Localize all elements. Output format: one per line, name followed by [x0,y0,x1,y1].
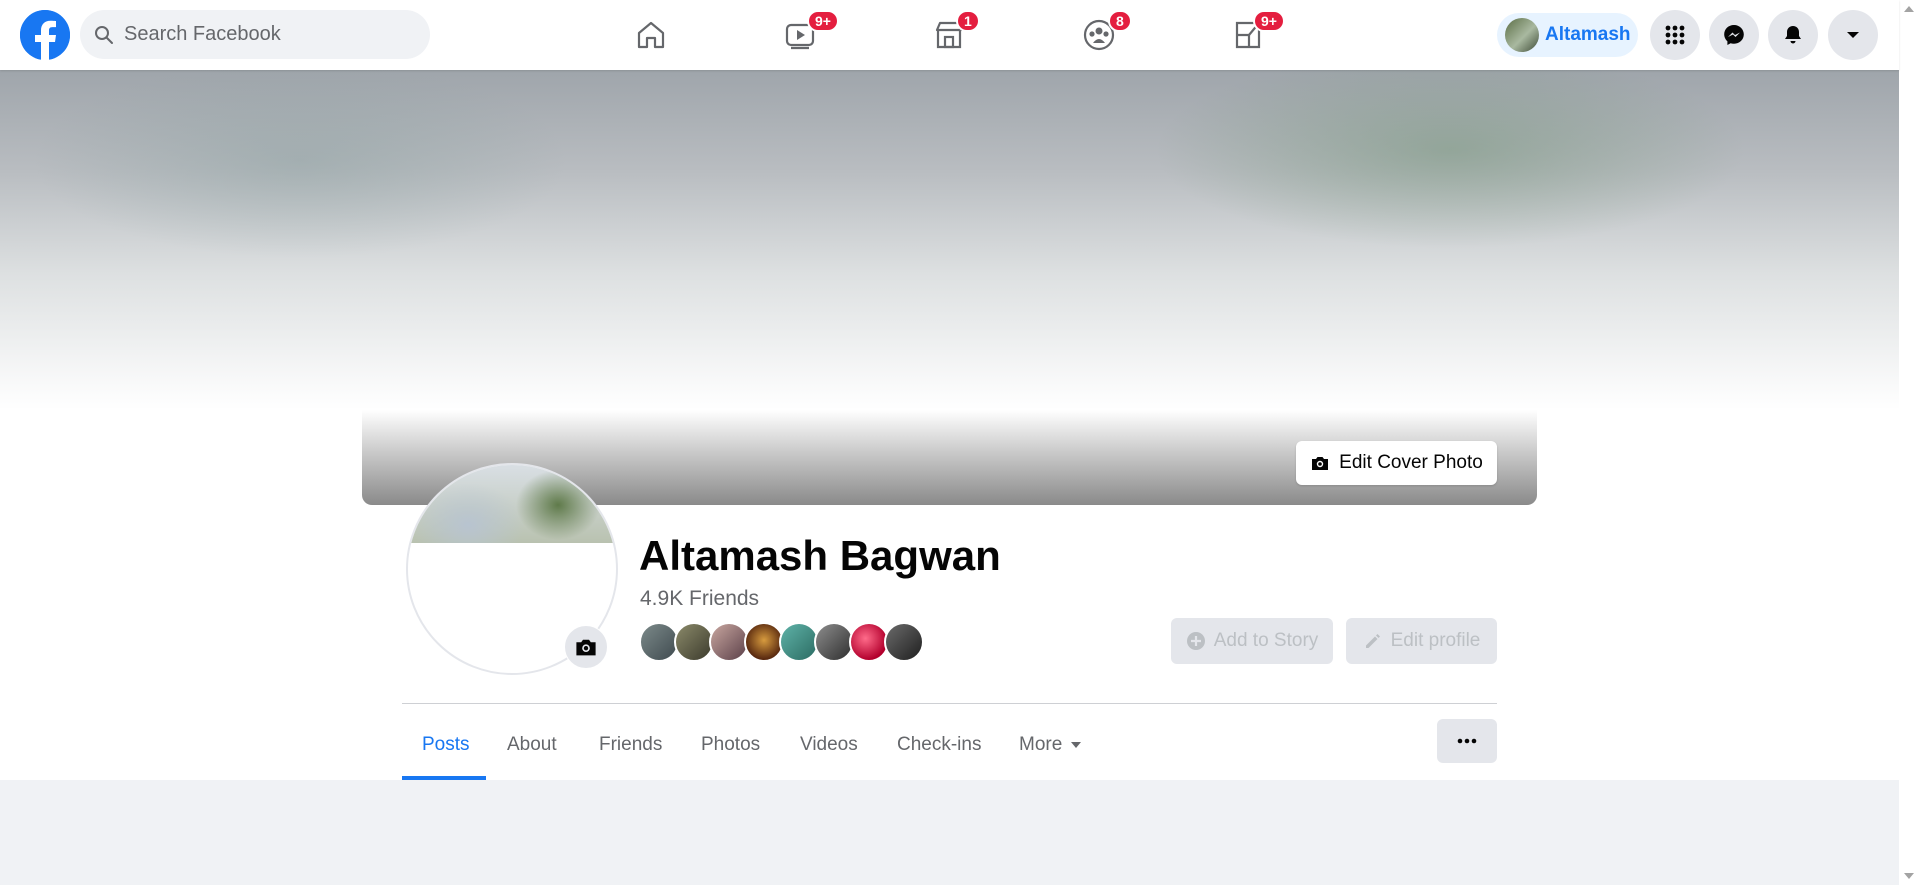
tab-check-ins[interactable]: Check-ins [877,710,1001,780]
friends-count-link[interactable]: 4.9K Friends [640,587,759,611]
facebook-logo-icon[interactable] [20,10,70,60]
edit-profile-button[interactable]: Edit profile [1346,618,1497,664]
tab-photos[interactable]: Photos [681,710,780,780]
profile-name: Altamash Bagwan [639,532,1001,579]
search-input[interactable] [124,23,414,46]
nav-tab-home[interactable] [596,10,706,60]
friend-avatar[interactable] [639,622,679,662]
tab-more-label: More [1019,734,1063,755]
notifications-button[interactable] [1768,10,1818,60]
profile-picture-image [408,465,616,543]
home-icon [637,21,665,49]
chevron-down-icon [1847,32,1859,38]
top-navigation-bar: 9+ 1 8 9+ Altamash [0,0,1899,70]
edit-profile-label: Edit profile [1390,630,1481,651]
grid-menu-icon [1665,25,1685,45]
update-profile-picture-button[interactable] [564,625,608,669]
account-menu-button[interactable] [1828,10,1878,60]
scroll-up-arrow-icon[interactable] [1904,6,1914,12]
search-icon [95,25,113,44]
avatar [1505,18,1539,52]
menu-button[interactable] [1650,10,1700,60]
camera-icon [1312,457,1329,470]
search-bar[interactable] [80,10,430,59]
bell-icon [1785,26,1801,44]
cover-backdrop [0,70,1899,410]
edit-cover-photo-button[interactable]: Edit Cover Photo [1296,441,1497,485]
scroll-down-arrow-icon[interactable] [1904,873,1914,879]
tab-more[interactable]: More [999,710,1102,780]
gaming-badge: 9+ [1253,10,1285,32]
profile-shortcut-button[interactable]: Altamash [1497,13,1638,57]
nav-tab-groups[interactable]: 8 [1044,10,1154,60]
friend-avatars [639,622,924,662]
messenger-icon [1724,25,1744,45]
page-scrollbar[interactable] [1899,0,1920,885]
watch-badge: 9+ [807,10,839,32]
header-divider [402,703,1497,704]
add-to-story-label: Add to Story [1213,630,1319,651]
ellipsis-icon [1457,738,1477,744]
friend-avatar[interactable] [709,622,749,662]
camera-icon [576,639,596,656]
profile-shortcut-name: Altamash [1545,24,1631,45]
tab-about[interactable]: About [487,710,577,780]
friend-avatar[interactable] [884,622,924,662]
messenger-button[interactable] [1709,10,1759,60]
marketplace-badge: 1 [956,10,980,32]
plus-circle-icon [1186,632,1205,650]
groups-badge: 8 [1108,10,1132,32]
tab-posts[interactable]: Posts [402,710,490,780]
friend-avatar[interactable] [779,622,819,662]
caret-down-icon [1071,742,1082,748]
friend-avatar[interactable] [849,622,889,662]
more-options-button[interactable] [1437,719,1497,763]
nav-tab-gaming[interactable]: 9+ [1193,10,1303,60]
edit-cover-photo-label: Edit Cover Photo [1339,452,1483,473]
pencil-icon [1365,634,1380,648]
friend-avatar[interactable] [674,622,714,662]
tab-friends[interactable]: Friends [579,710,682,780]
friend-avatar[interactable] [814,622,854,662]
nav-tab-watch[interactable]: 9+ [745,10,855,60]
tab-videos[interactable]: Videos [780,710,878,780]
add-to-story-button[interactable]: Add to Story [1171,618,1333,664]
nav-tab-marketplace[interactable]: 1 [894,10,1004,60]
active-tab-indicator [402,776,486,780]
friend-avatar[interactable] [744,622,784,662]
